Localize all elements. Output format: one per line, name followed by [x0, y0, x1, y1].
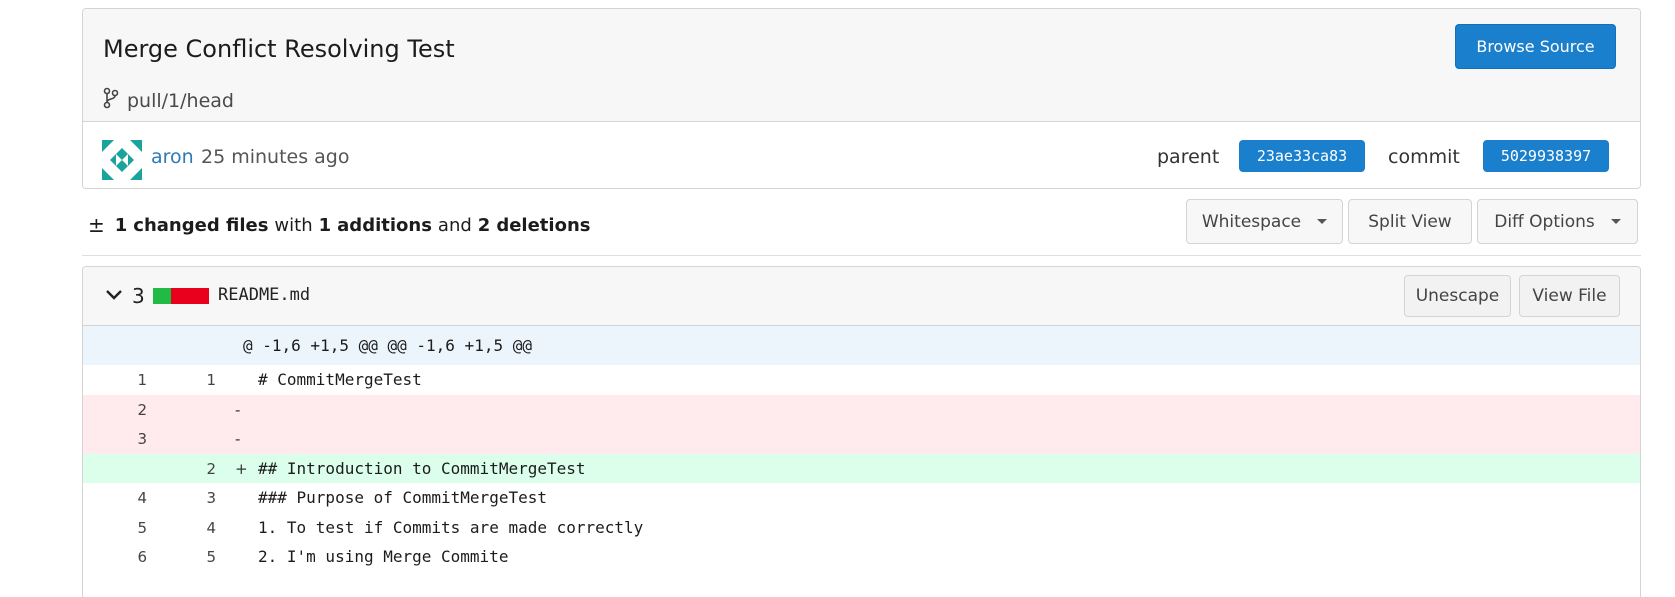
- parent-label: parent: [1157, 146, 1220, 168]
- changed-label: changed files: [133, 214, 269, 236]
- caret-down-icon: [1317, 219, 1328, 224]
- split-view-button[interactable]: Split View: [1348, 199, 1472, 244]
- code-line: 1. To test if Commits are made correctly: [258, 517, 644, 537]
- old-line-number[interactable]: 2: [107, 401, 147, 419]
- file-header: 3 README.md Unescape View File: [83, 267, 1640, 326]
- old-line-number[interactable]: 6: [107, 548, 147, 566]
- author-link[interactable]: aron: [151, 146, 194, 168]
- parent-sha-link[interactable]: 23ae33ca83: [1239, 140, 1365, 172]
- diff-sign: -: [235, 400, 241, 419]
- diff-line: 5 4 1. To test if Commits are made correct…: [83, 513, 1640, 543]
- new-line-number[interactable]: 5: [176, 548, 216, 566]
- split-view-label: Split View: [1368, 211, 1452, 232]
- file-name: README.md: [218, 285, 311, 305]
- branch-info: pull/1/head: [103, 87, 234, 114]
- code-line: # CommitMergeTest: [258, 370, 422, 389]
- file-diff: 3 README.md Unescape View File @ -1,6 +1…: [82, 266, 1641, 597]
- plus-minus-icon: ±: [88, 213, 105, 237]
- commit-summary: Merge Conflict Resolving Test pull/1/hea…: [83, 9, 1640, 122]
- commit-meta: aron 25 minutes ago parent 23ae33ca83 co…: [83, 122, 1640, 188]
- branch-icon: [103, 87, 119, 114]
- code-line: 2. I'm using Merge Commite: [258, 547, 509, 566]
- old-line-number[interactable]: 4: [107, 489, 147, 507]
- diff-line: 6 5 2. I'm using Merge Commite: [83, 542, 1640, 572]
- deletions-count: 2: [477, 214, 491, 236]
- diff-options-dropdown[interactable]: Diff Options: [1477, 199, 1638, 244]
- diff-section-header: @ -1,6 +1,5 @@ @@ -1,6 +1,5 @@: [83, 326, 1640, 365]
- avatar[interactable]: [102, 140, 142, 180]
- diff-sign: +: [235, 459, 248, 478]
- chevron-down-icon[interactable]: [105, 287, 123, 306]
- old-line-number[interactable]: 5: [107, 519, 147, 537]
- and-text: and: [437, 214, 472, 236]
- commit-sha-link[interactable]: 5029938397: [1483, 140, 1609, 172]
- diff-line: 3-: [83, 424, 1640, 454]
- browse-source-button[interactable]: Browse Source: [1455, 24, 1616, 69]
- whitespace-label: Whitespace: [1201, 211, 1302, 232]
- whitespace-dropdown[interactable]: Whitespace: [1186, 199, 1343, 244]
- code-line: ## Introduction to CommitMergeTest: [258, 458, 586, 478]
- commit-time: 25 minutes ago: [201, 146, 350, 168]
- deletions-label: deletions: [496, 214, 591, 236]
- with-text: with: [274, 214, 313, 236]
- additions-bar: [153, 288, 171, 304]
- diff-line: 4 3 ### Purpose of CommitMergeTest: [83, 483, 1640, 513]
- old-line-number[interactable]: 1: [107, 371, 147, 389]
- section-header-text: @ -1,6 +1,5 @@ @@ -1,6 +1,5 @@: [243, 336, 532, 355]
- additions-count: 1: [318, 214, 332, 236]
- new-line-number[interactable]: 3: [176, 489, 216, 507]
- diff-options-label: Diff Options: [1494, 211, 1595, 232]
- view-file-button[interactable]: View File: [1519, 275, 1620, 317]
- diff-sign: -: [235, 430, 241, 448]
- diff-table: @ -1,6 +1,5 @@ @@ -1,6 +1,5 @@ 1 1 # Commi…: [83, 326, 1640, 572]
- code-line: ### Purpose of CommitMergeTest: [258, 488, 547, 507]
- diff-line: 2-: [83, 394, 1640, 424]
- unescape-button[interactable]: Unescape: [1404, 275, 1511, 317]
- old-line-number[interactable]: 3: [107, 430, 147, 448]
- commit-header: Merge Conflict Resolving Test pull/1/hea…: [82, 8, 1641, 189]
- file-change-count: 3: [132, 284, 145, 308]
- diff-stats-bar: ± 1 changed files with 1 additions and 2…: [82, 199, 1641, 256]
- deletions-bar: [171, 288, 209, 304]
- commit-label: commit: [1388, 146, 1460, 168]
- caret-down-icon: [1610, 219, 1621, 224]
- branch-name[interactable]: pull/1/head: [127, 90, 234, 112]
- new-line-number[interactable]: 2: [176, 460, 216, 478]
- new-line-number[interactable]: 1: [176, 371, 216, 389]
- changed-count: 1: [114, 214, 128, 236]
- new-line-number[interactable]: 4: [176, 519, 216, 537]
- diff-stats: ± 1 changed files with 1 additions and 2…: [88, 213, 590, 237]
- diff-line: 2 + ## Introduction to CommitMergeTest: [83, 453, 1640, 483]
- additions-label: additions: [337, 214, 432, 236]
- diff-line: 1 1 # CommitMergeTest: [83, 365, 1640, 395]
- commit-title: Merge Conflict Resolving Test: [103, 35, 455, 63]
